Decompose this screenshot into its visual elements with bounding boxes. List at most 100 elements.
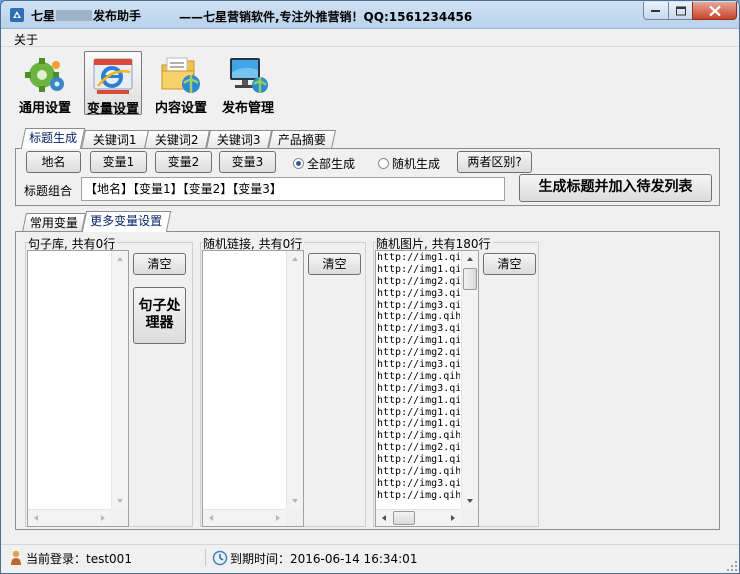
minimize-button[interactable] bbox=[643, 2, 669, 20]
scroll-down-icon bbox=[117, 499, 123, 503]
close-button[interactable] bbox=[692, 2, 737, 20]
sentences-clear-button[interactable]: 清空 bbox=[133, 253, 186, 275]
place-name-button[interactable]: 地名 bbox=[26, 151, 81, 173]
scroll-corner bbox=[286, 509, 303, 526]
radio-generate-all[interactable]: 全部生成 bbox=[293, 155, 355, 172]
resize-grip-icon[interactable] bbox=[726, 560, 738, 572]
status-separator bbox=[205, 549, 206, 566]
tab-keyword-2[interactable]: 关键词2 bbox=[143, 130, 211, 149]
horizontal-scrollbar[interactable] bbox=[376, 509, 461, 526]
variable-1-button[interactable]: 变量1 bbox=[90, 151, 147, 173]
ie-document-icon bbox=[93, 58, 133, 94]
horizontal-scrollbar[interactable] bbox=[203, 509, 286, 526]
scroll-left-icon bbox=[382, 515, 386, 521]
image-url-line[interactable]: http://img1.qi bbox=[377, 407, 460, 419]
vertical-scrollbar[interactable] bbox=[461, 251, 478, 509]
vertical-scrollbar[interactable] bbox=[111, 251, 128, 509]
toolbar-label: 内容设置 bbox=[154, 101, 207, 116]
toolbar-variable-settings[interactable]: 变量设置 bbox=[84, 51, 142, 117]
scroll-right-icon bbox=[451, 515, 455, 521]
close-icon bbox=[708, 5, 721, 16]
image-url-line[interactable]: http://img1.qi bbox=[377, 264, 460, 276]
toolbar-publish-management[interactable]: 发布管理 bbox=[218, 51, 278, 116]
toolbar-label: 通用设置 bbox=[18, 101, 71, 116]
radio-unselected-icon bbox=[378, 158, 389, 169]
image-url-line[interactable]: http://img3.qi bbox=[377, 288, 460, 300]
sentence-processor-button[interactable]: 句子处理器 bbox=[133, 287, 186, 344]
sentences-list[interactable] bbox=[27, 250, 129, 527]
scroll-right-icon bbox=[276, 515, 280, 521]
toolbar-content-settings[interactable]: 内容设置 bbox=[151, 51, 211, 116]
scroll-down-icon bbox=[292, 499, 298, 503]
image-url-line[interactable]: http://img3.qi bbox=[377, 383, 460, 395]
scroll-corner bbox=[111, 509, 128, 526]
tab-title-generation[interactable]: 标题生成 bbox=[20, 128, 86, 149]
status-bar: 当前登录：test001 到期时间：2016-06-14 16:34:01 bbox=[1, 544, 739, 573]
monitor-globe-icon bbox=[230, 58, 268, 93]
title-bar[interactable]: 七星 发布助手 ——七星营销软件,专注外推营销！QQ:1561234456 bbox=[1, 1, 739, 29]
app-icon bbox=[10, 8, 24, 22]
generate-title-button[interactable]: 生成标题并加入待发列表 bbox=[519, 174, 712, 202]
scroll-thumb[interactable] bbox=[463, 268, 477, 290]
tab-keyword-1[interactable]: 关键词1 bbox=[80, 130, 150, 149]
tab-product-summary[interactable]: 产品摘要 bbox=[267, 130, 337, 149]
toolbar-label: 发布管理 bbox=[221, 101, 274, 116]
minimize-icon bbox=[651, 9, 660, 12]
scroll-left-icon bbox=[209, 515, 213, 521]
variable-2-button[interactable]: 变量2 bbox=[155, 151, 212, 173]
image-url-line[interactable]: http://img1.qi bbox=[377, 454, 460, 466]
links-clear-button[interactable]: 清空 bbox=[308, 253, 361, 275]
image-url-line[interactable]: http://img.qih bbox=[377, 490, 460, 502]
variable-3-button[interactable]: 变量3 bbox=[219, 151, 276, 173]
image-url-line[interactable]: http://img3.qi bbox=[377, 478, 460, 490]
scroll-down-icon bbox=[467, 499, 473, 503]
window-slogan: ——七星营销软件,专注外推营销！QQ:1561234456 bbox=[179, 10, 473, 24]
image-url-line[interactable]: http://img1.qi bbox=[377, 418, 460, 430]
scroll-up-icon bbox=[117, 257, 123, 261]
tab-keyword-3[interactable]: 关键词3 bbox=[205, 130, 273, 149]
title-combo-label: 标题组合 bbox=[24, 184, 73, 198]
image-url-line[interactable]: http://img1.qi bbox=[377, 335, 460, 347]
tab-common-variables[interactable]: 常用变量 bbox=[21, 213, 87, 232]
image-url-line[interactable]: http://img3.qi bbox=[377, 323, 460, 335]
radio-generate-random[interactable]: 随机生成 bbox=[378, 155, 440, 172]
expire-time: 到期时间：2016-06-14 16:34:01 bbox=[230, 552, 418, 566]
scroll-thumb[interactable] bbox=[393, 511, 415, 525]
radio-selected-icon bbox=[293, 158, 304, 169]
horizontal-scrollbar[interactable] bbox=[28, 509, 111, 526]
vertical-scrollbar[interactable] bbox=[286, 251, 303, 509]
images-clear-button[interactable]: 清空 bbox=[483, 253, 536, 275]
image-url-line[interactable]: http://img2.qi bbox=[377, 442, 460, 454]
scroll-up-icon bbox=[467, 257, 473, 261]
user-icon bbox=[11, 550, 21, 565]
image-url-line[interactable]: http://img2.qi bbox=[377, 276, 460, 288]
scroll-up-icon bbox=[292, 257, 298, 261]
maximize-button[interactable] bbox=[668, 2, 693, 20]
redacted-title-part bbox=[56, 10, 93, 21]
images-list[interactable]: http://img1.qi http://img1.qi http://img2.… bbox=[375, 250, 479, 527]
image-url-line[interactable]: http://img1.qi bbox=[377, 252, 460, 264]
menu-about[interactable]: 关于 bbox=[14, 31, 38, 48]
tab-more-variable-settings[interactable]: 更多变量设置 bbox=[81, 211, 172, 232]
image-url-line[interactable]: http://img3.qi bbox=[377, 300, 460, 312]
image-url-line[interactable]: http://img1.qi bbox=[377, 395, 460, 407]
toolbar-general-settings[interactable]: 通用设置 bbox=[15, 51, 75, 116]
scroll-right-icon bbox=[101, 515, 105, 521]
image-url-line[interactable]: http://img3.qi bbox=[377, 359, 460, 371]
image-url-line[interactable]: http://img.qih bbox=[377, 430, 460, 442]
image-url-line[interactable]: http://img2.qi bbox=[377, 347, 460, 359]
scroll-corner bbox=[461, 509, 478, 526]
main-window: 七星发布助手 ——七星营销软件,专注外推营销！QQ:1561234456 关于 bbox=[0, 0, 740, 574]
difference-button[interactable]: 两者区别? bbox=[457, 151, 532, 173]
image-url-line[interactable]: http://img.qih bbox=[377, 466, 460, 478]
maximize-icon bbox=[675, 6, 686, 15]
folder-globe-icon bbox=[161, 57, 200, 93]
links-list[interactable] bbox=[202, 250, 304, 527]
image-url-line[interactable]: http://img.qih bbox=[377, 371, 460, 383]
title-combo-input[interactable]: 【地名】【变量1】【变量2】【变量3】 bbox=[81, 177, 505, 201]
gear-icon bbox=[25, 58, 64, 92]
image-url-line[interactable]: http://img.qih bbox=[377, 311, 460, 323]
image-url-lines: http://img1.qi http://img1.qi http://img2.… bbox=[377, 252, 460, 508]
menu-bar: 关于 bbox=[1, 29, 739, 48]
scroll-left-icon bbox=[34, 515, 38, 521]
